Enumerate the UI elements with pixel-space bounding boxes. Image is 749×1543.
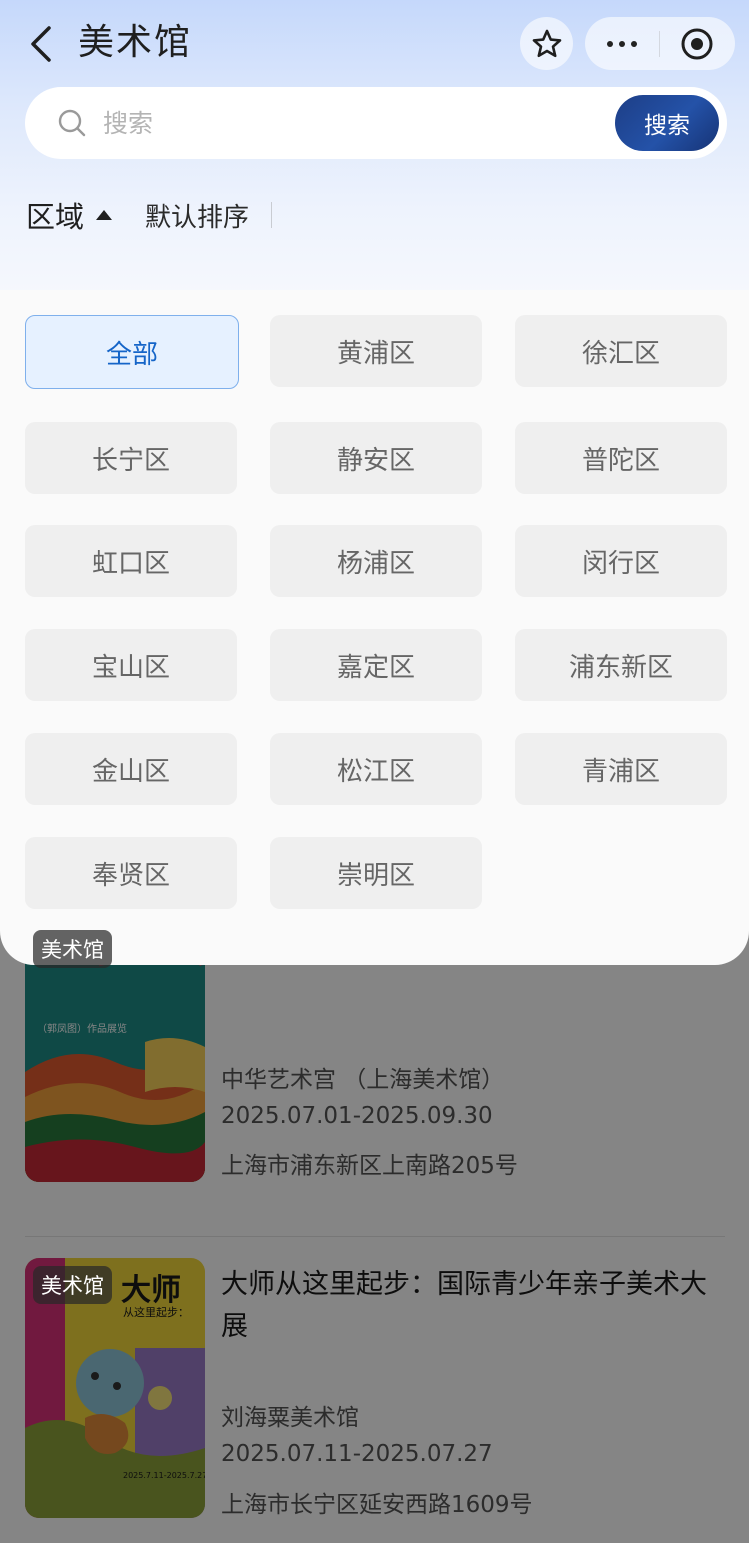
- search-bar: 搜索: [25, 87, 727, 159]
- region-dropdown-panel: 全部 黄浦区 徐汇区 长宁区 静安区 普陀区 虹口区 杨浦区 闵行区 宝山区 嘉…: [0, 290, 749, 965]
- region-option-jiading[interactable]: 嘉定区: [270, 629, 482, 701]
- target-circle-icon: [681, 28, 713, 59]
- chevron-left-icon: [31, 26, 51, 62]
- category-badge: 美术馆: [33, 1266, 112, 1304]
- region-option-huangpu[interactable]: 黄浦区: [270, 315, 482, 387]
- search-button[interactable]: 搜索: [615, 95, 719, 151]
- region-option-minhang[interactable]: 闵行区: [515, 525, 727, 597]
- region-filter-label: 区域: [26, 200, 85, 234]
- search-icon: [58, 109, 86, 137]
- region-option-jingan[interactable]: 静安区: [270, 422, 482, 494]
- sort-filter[interactable]: 默认排序: [145, 197, 249, 234]
- region-option-jinshan[interactable]: 金山区: [25, 733, 237, 805]
- category-badge: 美术馆: [33, 930, 112, 968]
- region-option-putuo[interactable]: 普陀区: [515, 422, 727, 494]
- region-option-all[interactable]: 全部: [25, 315, 239, 389]
- region-option-yangpu[interactable]: 杨浦区: [270, 525, 482, 597]
- region-option-baoshan[interactable]: 宝山区: [25, 629, 237, 701]
- region-option-hongkou[interactable]: 虹口区: [25, 525, 237, 597]
- region-option-qingpu[interactable]: 青浦区: [515, 733, 727, 805]
- region-option-fengxian[interactable]: 奉贤区: [25, 837, 237, 909]
- filter-divider: [271, 202, 273, 228]
- triangle-up-icon: [96, 210, 113, 220]
- star-icon: [532, 29, 561, 57]
- back-button[interactable]: [20, 22, 60, 66]
- region-option-chongming[interactable]: 崇明区: [270, 837, 482, 909]
- region-option-changning[interactable]: 长宁区: [25, 422, 237, 494]
- page-title: 美术馆: [78, 22, 193, 63]
- close-miniprogram-button[interactable]: [660, 17, 734, 70]
- region-option-songjiang[interactable]: 松江区: [270, 733, 482, 805]
- search-input[interactable]: [103, 108, 563, 138]
- header: 美术馆 搜索 区域 默认排序: [0, 0, 749, 300]
- region-option-xuhui[interactable]: 徐汇区: [515, 315, 727, 387]
- more-button[interactable]: [585, 17, 659, 70]
- region-filter[interactable]: 区域: [26, 194, 113, 236]
- favorite-button[interactable]: [520, 17, 573, 70]
- more-horizontal-icon: [604, 40, 640, 47]
- miniprogram-capsule: [585, 17, 735, 70]
- filter-bar: 区域 默认排序: [26, 193, 273, 237]
- region-option-pudong[interactable]: 浦东新区: [515, 629, 727, 701]
